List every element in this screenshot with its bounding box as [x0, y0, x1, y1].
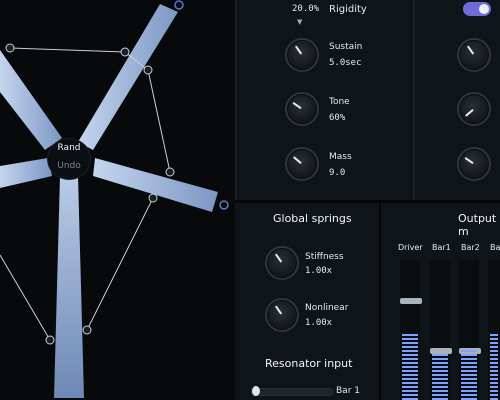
meter-level	[402, 330, 418, 400]
sustain-label: Sustain	[329, 42, 363, 52]
toggle-switch[interactable]	[463, 2, 491, 16]
knob-ring	[285, 92, 319, 126]
sustain-value[interactable]: 5.0sec	[329, 58, 362, 68]
knob-ring	[457, 38, 491, 72]
rigidity-value[interactable]: 20.0%	[292, 4, 319, 14]
meter-label-bar3: Ba	[490, 243, 500, 252]
undo-button[interactable]: Undo	[48, 161, 90, 171]
node-handle[interactable]	[82, 325, 92, 335]
stiffness-value[interactable]: 1.00x	[305, 266, 332, 276]
tone-label: Tone	[329, 97, 350, 107]
meter-level	[490, 330, 498, 400]
beam-upper-left[interactable]	[0, 50, 62, 150]
beam-upper-right[interactable]	[78, 4, 178, 150]
sustain-knob[interactable]	[285, 38, 319, 72]
meter-label-bar1: Bar1	[432, 243, 451, 252]
hub[interactable]: Rand Undo	[47, 138, 91, 180]
node-handle[interactable]	[5, 43, 15, 53]
beam-lower-left[interactable]	[0, 158, 52, 188]
meter-bar2[interactable]	[459, 260, 481, 400]
stage-canvas[interactable]	[0, 0, 235, 400]
nonlinear-value[interactable]: 1.00x	[305, 318, 332, 328]
rand-button[interactable]: Rand	[48, 143, 90, 153]
global-springs-panel	[235, 203, 379, 400]
knob-ring	[265, 246, 299, 280]
tone-value[interactable]: 60%	[329, 113, 345, 123]
string-right	[86, 197, 154, 331]
meter-bar3[interactable]	[488, 260, 500, 400]
resonator-stage[interactable]: Rand Undo	[0, 0, 235, 400]
knob-partial[interactable]	[457, 38, 491, 72]
resonator-input-selected[interactable]: Bar 1	[336, 386, 360, 396]
node-handle[interactable]	[148, 193, 158, 203]
chevron-down-icon[interactable]: ▼	[297, 18, 302, 26]
beam-bottom[interactable]	[54, 176, 84, 398]
node-handle[interactable]	[143, 65, 153, 75]
string-left	[0, 254, 51, 341]
tone-knob[interactable]	[285, 92, 319, 126]
stiffness-label: Stiffness	[305, 252, 344, 262]
meter-label-driver: Driver	[398, 243, 423, 252]
meter-driver[interactable]	[400, 260, 422, 400]
node-handle[interactable]	[45, 335, 55, 345]
knob-partial[interactable]	[457, 147, 491, 181]
nonlinear-label: Nonlinear	[305, 303, 349, 313]
knob-ring	[265, 298, 299, 332]
panel-divider	[413, 0, 415, 200]
meter-handle[interactable]	[400, 298, 422, 304]
mass-knob[interactable]	[285, 147, 319, 181]
meter-bar1[interactable]	[430, 260, 452, 400]
knob-partial[interactable]	[457, 92, 491, 126]
rigidity-label[interactable]: Rigidity	[329, 4, 367, 15]
resonator-input-title: Resonator input	[265, 357, 353, 370]
node-handle[interactable]	[165, 167, 175, 177]
nonlinear-knob[interactable]	[265, 298, 299, 332]
stiffness-knob[interactable]	[265, 246, 299, 280]
mass-value[interactable]: 9.0	[329, 168, 345, 178]
meter-label-bar2: Bar2	[461, 243, 480, 252]
knob-ring	[457, 147, 491, 181]
beam-lower-right[interactable]	[93, 158, 218, 212]
resonator-input-slider[interactable]	[251, 388, 333, 396]
global-springs-title: Global springs	[273, 212, 352, 225]
slider-thumb[interactable]	[252, 386, 260, 396]
mass-label: Mass	[329, 152, 352, 162]
knob-ring	[285, 38, 319, 72]
toggle-thumb	[479, 4, 489, 14]
anchor-marker[interactable]	[219, 200, 229, 210]
meter-level	[432, 350, 448, 400]
anchor-marker[interactable]	[174, 0, 184, 10]
output-title: Output m	[458, 212, 497, 238]
meter-level	[461, 346, 477, 400]
node-handle[interactable]	[120, 47, 130, 57]
knob-ring	[285, 147, 319, 181]
knob-ring	[457, 92, 491, 126]
